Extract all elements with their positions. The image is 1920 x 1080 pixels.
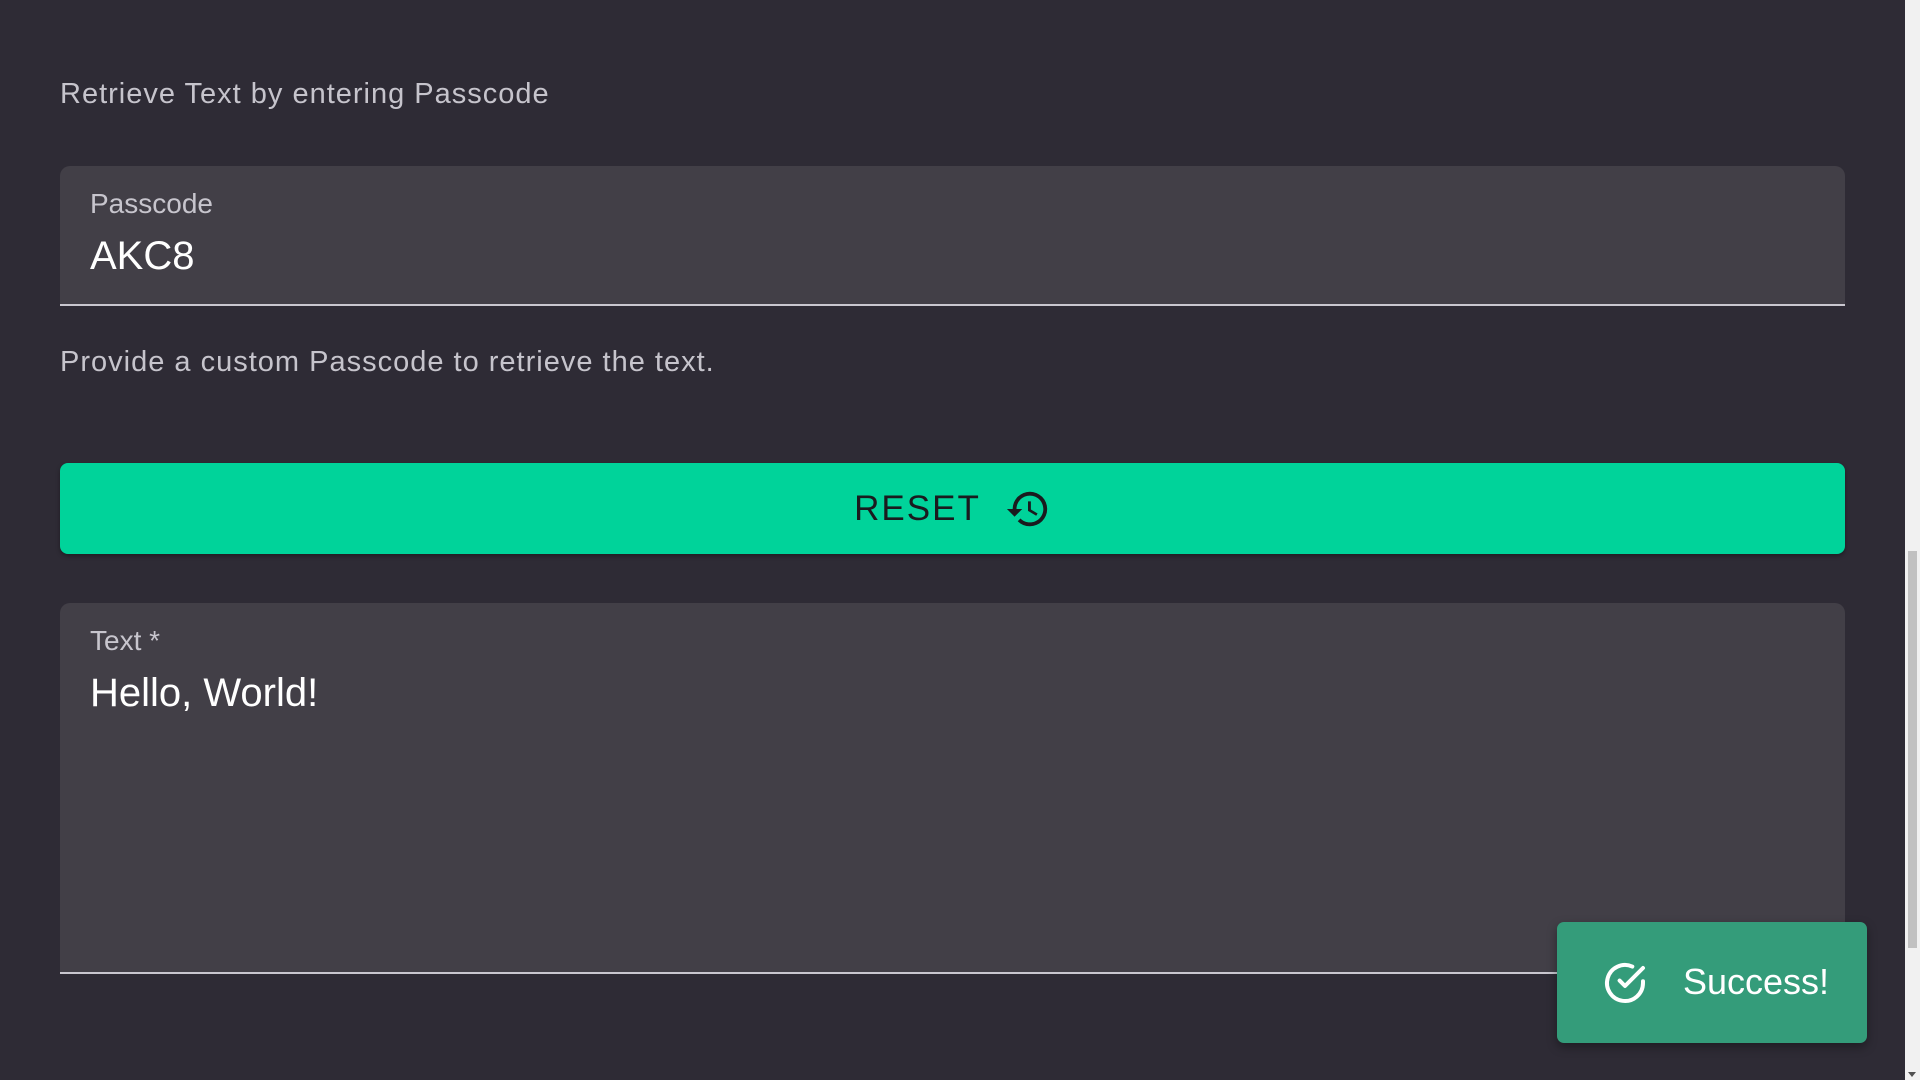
check-circle-icon bbox=[1601, 959, 1649, 1007]
text-field[interactable]: Text * Hello, World! bbox=[60, 603, 1845, 974]
page-heading: Retrieve Text by entering Passcode bbox=[60, 78, 550, 110]
reset-button-label: RESET bbox=[854, 488, 981, 528]
scrollbar-thumb[interactable] bbox=[1908, 551, 1917, 948]
text-label: Text * bbox=[90, 625, 161, 656]
text-textarea[interactable]: Hello, World! bbox=[90, 671, 318, 716]
history-icon bbox=[1005, 486, 1051, 532]
vertical-scrollbar[interactable] bbox=[1905, 0, 1920, 1080]
scroll-down-arrow-icon[interactable] bbox=[1908, 1072, 1916, 1077]
passcode-helper-text: Provide a custom Passcode to retrieve th… bbox=[60, 346, 715, 378]
passcode-label: Passcode bbox=[90, 188, 213, 219]
success-toast: Success! bbox=[1557, 922, 1867, 1043]
passcode-field[interactable]: Passcode AKC8 bbox=[60, 166, 1845, 306]
toast-message: Success! bbox=[1683, 961, 1830, 1002]
reset-button[interactable]: RESET bbox=[60, 463, 1845, 554]
page: Retrieve Text by entering Passcode Passc… bbox=[0, 0, 1920, 1080]
passcode-input[interactable]: AKC8 bbox=[90, 234, 195, 279]
